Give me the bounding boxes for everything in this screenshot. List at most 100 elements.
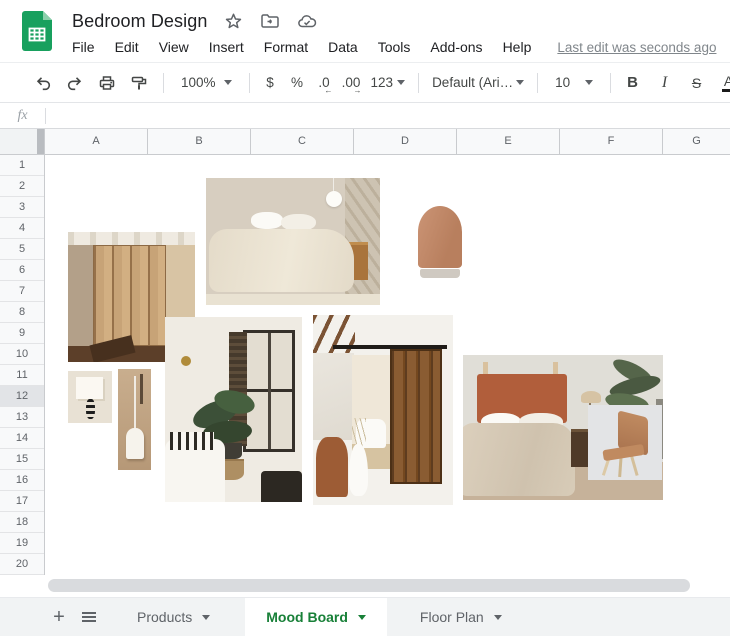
tab-products[interactable]: Products — [116, 598, 231, 636]
image-pendant-lamp[interactable] — [118, 369, 151, 470]
sheets-logo-icon[interactable] — [22, 11, 52, 51]
row-header[interactable]: 1 — [0, 155, 44, 176]
image-barn-door-bath[interactable] — [313, 315, 453, 505]
sheet-canvas[interactable] — [45, 155, 730, 575]
column-header[interactable]: F — [560, 129, 663, 155]
row-header[interactable]: 14 — [0, 428, 44, 449]
all-sheets-icon[interactable] — [74, 598, 104, 636]
row-header[interactable]: 9 — [0, 323, 44, 344]
dropdown-arrow-icon — [202, 614, 211, 620]
star-icon[interactable] — [224, 12, 243, 31]
menu-insert[interactable]: Insert — [199, 36, 254, 58]
corner-strip — [37, 129, 44, 154]
menu-data[interactable]: Data — [318, 36, 368, 58]
menu-help[interactable]: Help — [493, 36, 542, 58]
row-header[interactable]: 10 — [0, 344, 44, 365]
menu-addons[interactable]: Add-ons — [420, 36, 492, 58]
italic-button[interactable]: I — [650, 68, 679, 97]
image-wall-sconce[interactable] — [68, 371, 112, 423]
row-header[interactable]: 7 — [0, 281, 44, 302]
select-all-corner[interactable] — [0, 129, 45, 155]
floor-lamp — [581, 391, 601, 403]
image-clay-diffuser[interactable] — [418, 206, 462, 278]
column-header[interactable]: G — [663, 129, 730, 155]
left-arrow-icon: ← — [324, 86, 333, 95]
document-title[interactable]: Bedroom Design — [72, 11, 207, 32]
print-icon[interactable] — [92, 68, 121, 97]
menu-edit[interactable]: Edit — [105, 36, 149, 58]
row-header[interactable]: 15 — [0, 449, 44, 470]
dropdown-arrow-icon — [397, 80, 406, 85]
row-header[interactable]: 20 — [0, 554, 44, 575]
toolbar-separator — [537, 72, 539, 93]
row-header[interactable]: 13 — [0, 407, 44, 428]
tab-label: Floor Plan — [419, 609, 484, 625]
fx-label: fx — [17, 107, 28, 123]
menu-tools[interactable]: Tools — [368, 36, 421, 58]
wardrobe-doors — [93, 245, 166, 347]
column-header[interactable]: C — [251, 129, 354, 155]
tab-label: Mood Board — [266, 609, 348, 625]
google-sheets-app: Bedroom Design File Edit View Insert For… — [0, 0, 730, 636]
header: Bedroom Design File Edit View Insert For… — [0, 0, 730, 62]
formula-bar: fx — [0, 103, 730, 129]
text-color-button[interactable]: A — [714, 68, 730, 97]
percent-format-button[interactable]: % — [284, 68, 311, 97]
row-header[interactable]: 4 — [0, 218, 44, 239]
right-arrow-icon: → — [353, 86, 362, 95]
row-header[interactable]: 6 — [0, 260, 44, 281]
row-header[interactable]: 11 — [0, 365, 44, 386]
pendant-shade — [125, 427, 144, 459]
image-window-bedroom[interactable] — [165, 317, 302, 502]
undo-icon[interactable] — [28, 68, 57, 97]
barn-door — [390, 349, 442, 485]
tab-mood-board[interactable]: Mood Board — [245, 598, 387, 636]
row-header[interactable]: 5 — [0, 239, 44, 260]
column-header[interactable]: A — [45, 129, 148, 155]
row-header[interactable]: 18 — [0, 512, 44, 533]
redo-icon[interactable] — [60, 68, 89, 97]
column-header[interactable]: D — [354, 129, 457, 155]
cloud-saved-icon[interactable] — [297, 13, 318, 30]
row-header[interactable]: 16 — [0, 470, 44, 491]
toolbar-separator — [163, 72, 164, 93]
image-leather-lounge-chair[interactable] — [588, 405, 662, 480]
bold-button[interactable]: B — [618, 68, 647, 97]
row-header[interactable]: 8 — [0, 302, 44, 323]
row-header[interactable]: 19 — [0, 533, 44, 554]
dropdown-arrow-icon — [357, 614, 366, 620]
column-header[interactable]: E — [457, 129, 560, 155]
image-linen-bed[interactable] — [206, 178, 380, 305]
add-sheet-button[interactable]: + — [44, 598, 74, 636]
more-formats-button[interactable]: 123 — [365, 68, 412, 97]
strikethrough-button[interactable]: S — [682, 68, 711, 97]
menu-file[interactable]: File — [62, 36, 105, 58]
horizontal-scrollbar[interactable] — [48, 579, 690, 592]
row-header[interactable]: 2 — [0, 176, 44, 197]
toolbar-separator — [418, 72, 420, 93]
toolbar-separator — [248, 72, 250, 93]
row-header[interactable]: 17 — [0, 491, 44, 512]
sconce-coil — [86, 399, 95, 419]
menu-format[interactable]: Format — [254, 36, 318, 58]
zoom-select[interactable]: 100% — [171, 68, 242, 97]
dropdown-arrow-icon — [516, 80, 525, 85]
row-header[interactable]: 12 — [0, 386, 44, 407]
font-family-select[interactable]: Default (Ari… — [426, 68, 530, 97]
sconce-shade — [75, 377, 104, 400]
move-folder-icon[interactable] — [260, 12, 280, 30]
row-header[interactable]: 3 — [0, 197, 44, 218]
font-size-select[interactable]: 10 — [545, 68, 603, 97]
formula-input[interactable] — [46, 103, 730, 128]
column-header-row: ABCDEFG — [0, 129, 730, 155]
decrease-decimal-button[interactable]: .0 ← — [311, 68, 338, 97]
toolbar: 100% $ % .0 ← .00 → 123 Default (Ari… 10 B… — [0, 62, 730, 103]
currency-format-button[interactable]: $ — [257, 68, 284, 97]
wardrobe-ceiling — [68, 232, 195, 245]
tab-floor-plan[interactable]: Floor Plan — [399, 598, 523, 636]
paint-format-icon[interactable] — [124, 68, 153, 97]
menu-view[interactable]: View — [149, 36, 199, 58]
last-edit-status[interactable]: Last edit was seconds ago — [557, 40, 716, 55]
increase-decimal-button[interactable]: .00 → — [338, 68, 365, 97]
column-header[interactable]: B — [148, 129, 251, 155]
